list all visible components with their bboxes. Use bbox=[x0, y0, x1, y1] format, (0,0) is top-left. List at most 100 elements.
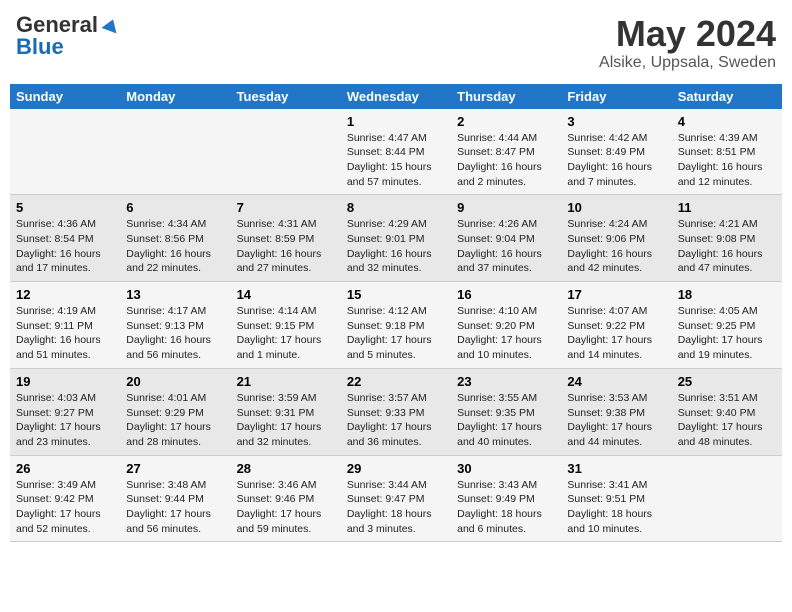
day-content: Sunrise: 3:44 AM Sunset: 9:47 PM Dayligh… bbox=[347, 478, 445, 537]
day-number: 23 bbox=[457, 374, 555, 389]
day-content: Sunrise: 4:39 AM Sunset: 8:51 PM Dayligh… bbox=[678, 131, 776, 190]
day-content: Sunrise: 4:14 AM Sunset: 9:15 PM Dayligh… bbox=[237, 304, 335, 363]
day-content: Sunrise: 3:55 AM Sunset: 9:35 PM Dayligh… bbox=[457, 391, 555, 450]
header-cell-wednesday: Wednesday bbox=[341, 84, 451, 109]
day-content: Sunrise: 4:07 AM Sunset: 9:22 PM Dayligh… bbox=[567, 304, 665, 363]
day-number: 17 bbox=[567, 287, 665, 302]
location-subtitle: Alsike, Uppsala, Sweden bbox=[599, 54, 776, 72]
day-number: 8 bbox=[347, 200, 445, 215]
day-content: Sunrise: 3:43 AM Sunset: 9:49 PM Dayligh… bbox=[457, 478, 555, 537]
day-number: 1 bbox=[347, 114, 445, 129]
logo-triangle-icon bbox=[101, 17, 120, 34]
calendar-cell-day-16: 16 Sunrise: 4:10 AM Sunset: 9:20 PM Dayli… bbox=[451, 282, 561, 369]
day-number: 20 bbox=[126, 374, 224, 389]
day-content: Sunrise: 4:29 AM Sunset: 9:01 PM Dayligh… bbox=[347, 217, 445, 276]
calendar-week-row: 19 Sunrise: 4:03 AM Sunset: 9:27 PM Dayli… bbox=[10, 368, 782, 455]
calendar-table: SundayMondayTuesdayWednesdayThursdayFrid… bbox=[10, 84, 782, 543]
calendar-cell-day-22: 22Sunrise: 3:57 AM Sunset: 9:33 PM Dayli… bbox=[341, 368, 451, 455]
day-content: Sunrise: 4:21 AM Sunset: 9:08 PM Dayligh… bbox=[678, 217, 776, 276]
day-content: Sunrise: 3:51 AM Sunset: 9:40 PM Dayligh… bbox=[678, 391, 776, 450]
day-content: Sunrise: 4:12 AM Sunset: 9:18 PM Dayligh… bbox=[347, 304, 445, 363]
day-number: 29 bbox=[347, 461, 445, 476]
day-number: 15 bbox=[347, 287, 445, 302]
calendar-cell-day-28: 28Sunrise: 3:46 AM Sunset: 9:46 PM Dayli… bbox=[231, 455, 341, 542]
page-header: General Blue May 2024 Alsike, Uppsala, S… bbox=[10, 10, 782, 76]
day-number: 12 bbox=[16, 287, 114, 302]
calendar-cell-day-25: 25 Sunrise: 3:51 AM Sunset: 9:40 PM Dayli… bbox=[672, 368, 782, 455]
header-cell-sunday: Sunday bbox=[10, 84, 120, 109]
day-content: Sunrise: 3:49 AM Sunset: 9:42 PM Dayligh… bbox=[16, 478, 114, 537]
day-number: 6 bbox=[126, 200, 224, 215]
header-cell-tuesday: Tuesday bbox=[231, 84, 341, 109]
logo: General Blue bbox=[16, 14, 119, 58]
calendar-cell-day-29: 29 Sunrise: 3:44 AM Sunset: 9:47 PM Dayli… bbox=[341, 455, 451, 542]
day-number: 14 bbox=[237, 287, 335, 302]
day-number: 4 bbox=[678, 114, 776, 129]
header-cell-saturday: Saturday bbox=[672, 84, 782, 109]
day-number: 3 bbox=[567, 114, 665, 129]
day-number: 22 bbox=[347, 374, 445, 389]
day-number: 2 bbox=[457, 114, 555, 129]
calendar-cell-empty bbox=[672, 455, 782, 542]
calendar-cell-day-31: 31 Sunrise: 3:41 AM Sunset: 9:51 PM Dayli… bbox=[561, 455, 671, 542]
calendar-week-row: 1 Sunrise: 4:47 AM Sunset: 8:44 PM Daylig… bbox=[10, 109, 782, 195]
day-content: Sunrise: 3:48 AM Sunset: 9:44 PM Dayligh… bbox=[126, 478, 224, 537]
calendar-week-row: 26Sunrise: 3:49 AM Sunset: 9:42 PM Dayli… bbox=[10, 455, 782, 542]
header-cell-thursday: Thursday bbox=[451, 84, 561, 109]
day-number: 24 bbox=[567, 374, 665, 389]
calendar-cell-day-11: 11 Sunrise: 4:21 AM Sunset: 9:08 PM Dayli… bbox=[672, 195, 782, 282]
day-content: Sunrise: 4:03 AM Sunset: 9:27 PM Dayligh… bbox=[16, 391, 114, 450]
calendar-cell-day-12: 12 Sunrise: 4:19 AM Sunset: 9:11 PM Dayli… bbox=[10, 282, 120, 369]
calendar-cell-day-21: 21 Sunrise: 3:59 AM Sunset: 9:31 PM Dayli… bbox=[231, 368, 341, 455]
day-number: 31 bbox=[567, 461, 665, 476]
day-content: Sunrise: 4:10 AM Sunset: 9:20 PM Dayligh… bbox=[457, 304, 555, 363]
header-cell-friday: Friday bbox=[561, 84, 671, 109]
day-content: Sunrise: 4:01 AM Sunset: 9:29 PM Dayligh… bbox=[126, 391, 224, 450]
day-number: 16 bbox=[457, 287, 555, 302]
calendar-cell-day-6: 6 Sunrise: 4:34 AM Sunset: 8:56 PM Daylig… bbox=[120, 195, 230, 282]
calendar-cell-day-18: 18Sunrise: 4:05 AM Sunset: 9:25 PM Dayli… bbox=[672, 282, 782, 369]
day-number: 10 bbox=[567, 200, 665, 215]
day-content: Sunrise: 4:05 AM Sunset: 9:25 PM Dayligh… bbox=[678, 304, 776, 363]
header-cell-monday: Monday bbox=[120, 84, 230, 109]
day-content: Sunrise: 4:34 AM Sunset: 8:56 PM Dayligh… bbox=[126, 217, 224, 276]
calendar-cell-day-10: 10 Sunrise: 4:24 AM Sunset: 9:06 PM Dayli… bbox=[561, 195, 671, 282]
day-number: 27 bbox=[126, 461, 224, 476]
calendar-cell-day-15: 15 Sunrise: 4:12 AM Sunset: 9:18 PM Dayli… bbox=[341, 282, 451, 369]
day-number: 25 bbox=[678, 374, 776, 389]
calendar-header-row: SundayMondayTuesdayWednesdayThursdayFrid… bbox=[10, 84, 782, 109]
title-block: May 2024 Alsike, Uppsala, Sweden bbox=[599, 14, 776, 72]
day-content: Sunrise: 4:26 AM Sunset: 9:04 PM Dayligh… bbox=[457, 217, 555, 276]
day-number: 19 bbox=[16, 374, 114, 389]
calendar-cell-day-2: 2Sunrise: 4:44 AM Sunset: 8:47 PM Daylig… bbox=[451, 109, 561, 195]
day-content: Sunrise: 4:17 AM Sunset: 9:13 PM Dayligh… bbox=[126, 304, 224, 363]
day-number: 9 bbox=[457, 200, 555, 215]
logo-general-text: General bbox=[16, 14, 98, 36]
calendar-cell-empty bbox=[120, 109, 230, 195]
logo-blue-text: Blue bbox=[16, 36, 64, 58]
day-content: Sunrise: 3:46 AM Sunset: 9:46 PM Dayligh… bbox=[237, 478, 335, 537]
calendar-week-row: 5Sunrise: 4:36 AM Sunset: 8:54 PM Daylig… bbox=[10, 195, 782, 282]
calendar-cell-day-23: 23 Sunrise: 3:55 AM Sunset: 9:35 PM Dayli… bbox=[451, 368, 561, 455]
calendar-cell-day-20: 20 Sunrise: 4:01 AM Sunset: 9:29 PM Dayli… bbox=[120, 368, 230, 455]
day-number: 11 bbox=[678, 200, 776, 215]
day-content: Sunrise: 3:59 AM Sunset: 9:31 PM Dayligh… bbox=[237, 391, 335, 450]
day-content: Sunrise: 4:47 AM Sunset: 8:44 PM Dayligh… bbox=[347, 131, 445, 190]
calendar-cell-day-26: 26Sunrise: 3:49 AM Sunset: 9:42 PM Dayli… bbox=[10, 455, 120, 542]
day-content: Sunrise: 4:31 AM Sunset: 8:59 PM Dayligh… bbox=[237, 217, 335, 276]
day-number: 21 bbox=[237, 374, 335, 389]
calendar-cell-day-8: 8 Sunrise: 4:29 AM Sunset: 9:01 PM Daylig… bbox=[341, 195, 451, 282]
day-content: Sunrise: 4:36 AM Sunset: 8:54 PM Dayligh… bbox=[16, 217, 114, 276]
calendar-cell-day-24: 24Sunrise: 3:53 AM Sunset: 9:38 PM Dayli… bbox=[561, 368, 671, 455]
day-content: Sunrise: 4:24 AM Sunset: 9:06 PM Dayligh… bbox=[567, 217, 665, 276]
month-year-title: May 2024 bbox=[599, 14, 776, 54]
calendar-week-row: 12 Sunrise: 4:19 AM Sunset: 9:11 PM Dayli… bbox=[10, 282, 782, 369]
day-content: Sunrise: 3:41 AM Sunset: 9:51 PM Dayligh… bbox=[567, 478, 665, 537]
calendar-cell-day-7: 7Sunrise: 4:31 AM Sunset: 8:59 PM Daylig… bbox=[231, 195, 341, 282]
calendar-cell-day-19: 19 Sunrise: 4:03 AM Sunset: 9:27 PM Dayli… bbox=[10, 368, 120, 455]
calendar-cell-day-5: 5Sunrise: 4:36 AM Sunset: 8:54 PM Daylig… bbox=[10, 195, 120, 282]
calendar-cell-empty bbox=[10, 109, 120, 195]
day-content: Sunrise: 4:19 AM Sunset: 9:11 PM Dayligh… bbox=[16, 304, 114, 363]
day-number: 30 bbox=[457, 461, 555, 476]
calendar-cell-day-1: 1 Sunrise: 4:47 AM Sunset: 8:44 PM Daylig… bbox=[341, 109, 451, 195]
